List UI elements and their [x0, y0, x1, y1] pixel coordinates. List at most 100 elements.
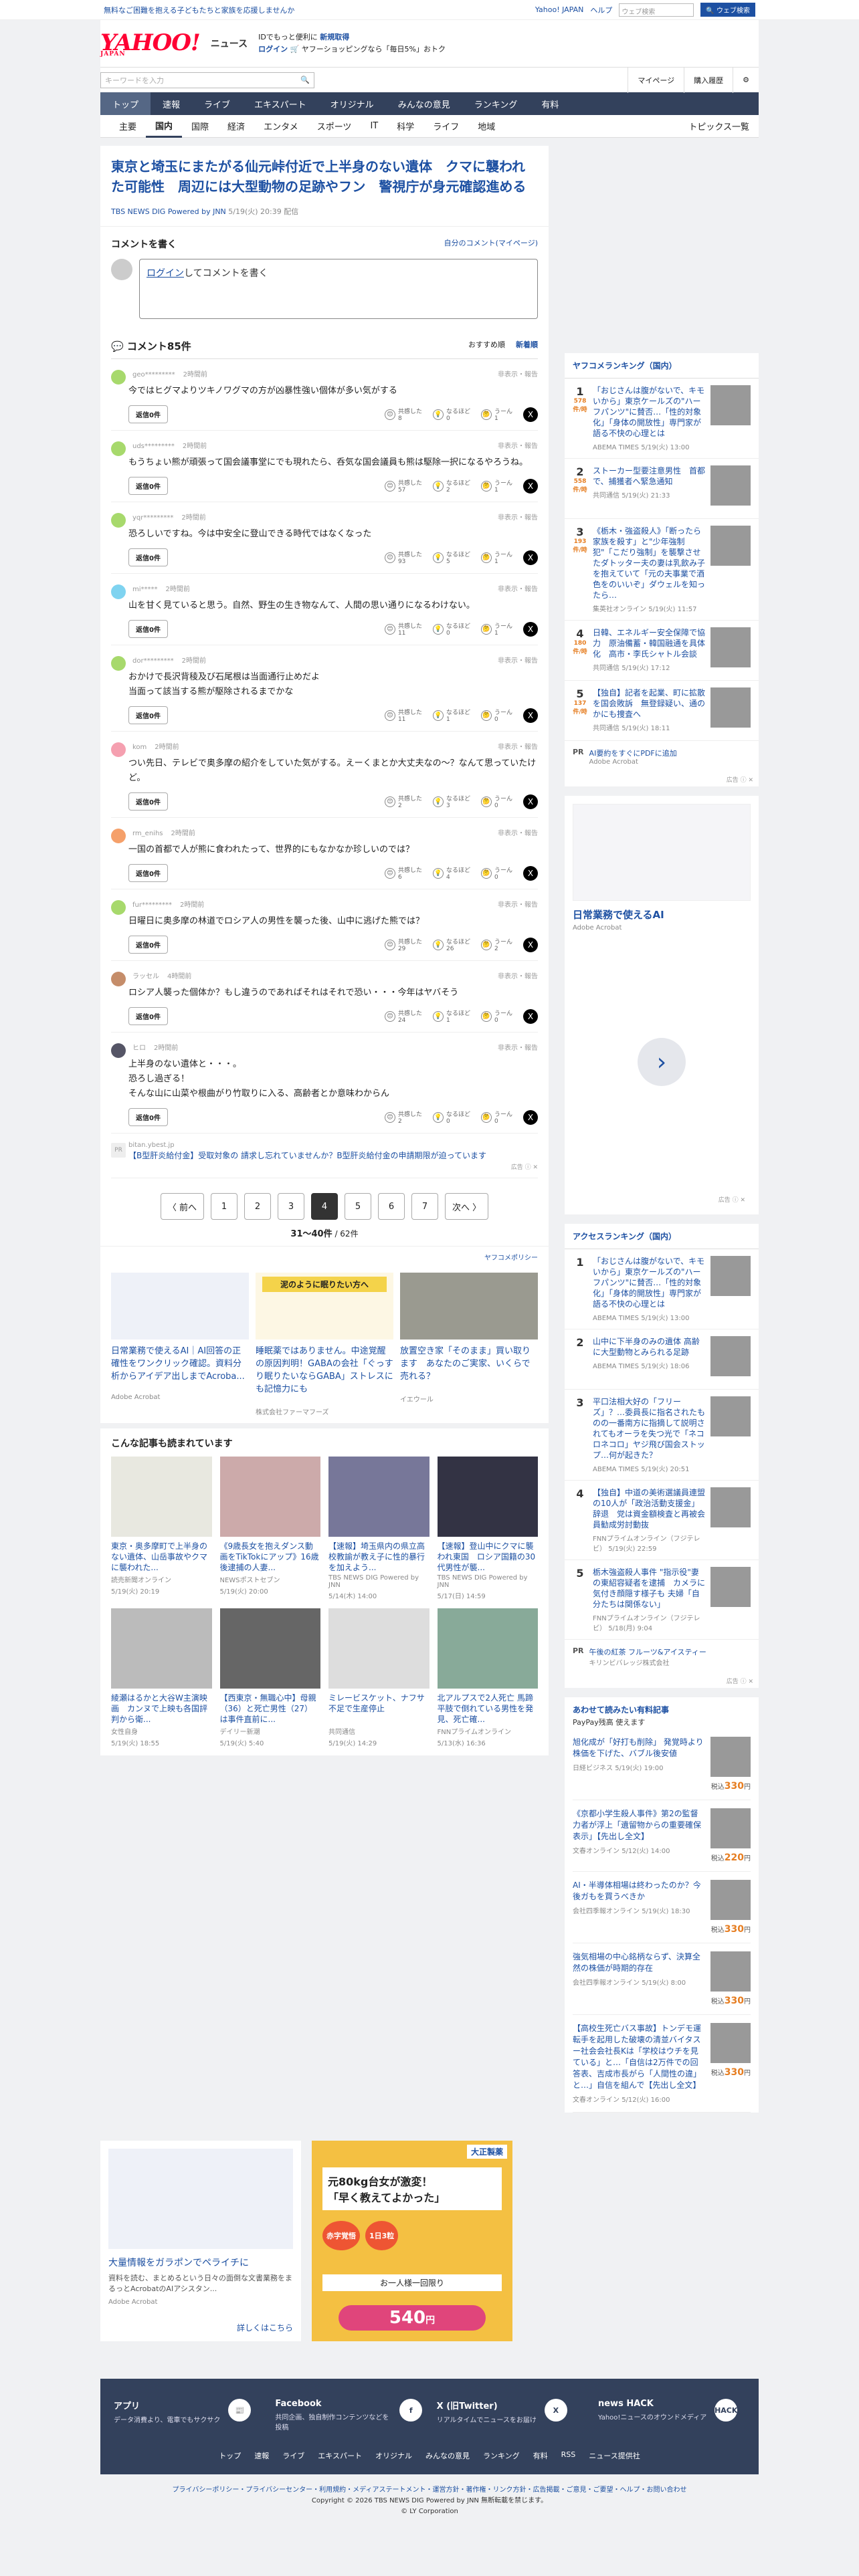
ranking-title[interactable]: 【独自】記者を起業、町に拡散を国会敗訴 無登録疑い、通のかにも捜査へ — [593, 687, 705, 720]
footer-nav-item[interactable]: ライブ — [282, 2450, 304, 2461]
reply-button[interactable]: 返信0件 — [128, 405, 168, 423]
page-7[interactable]: 7 — [411, 1193, 438, 1220]
reaction-umm-button[interactable]: 🤔 うーん 0 — [480, 1109, 512, 1125]
ad-card[interactable]: 泥のように眠りたい方へ 睡眠薬ではありません。中途覚醒の原因判明！GABAの会社… — [256, 1273, 393, 1416]
footer-nav-item[interactable]: 速報 — [254, 2450, 269, 2461]
reply-button[interactable]: 返信0件 — [128, 548, 168, 566]
ad-card[interactable]: 日常業務で使えるAI｜AI回答の正確性をワンクリック確認。資料分析からアイデア出… — [111, 1273, 249, 1416]
avatar[interactable] — [111, 900, 126, 915]
paid-article[interactable]: AI・半導体相場は終わったのか？今後ガもを買うべきか 会社四季報オンライン 5/1… — [573, 1872, 751, 1943]
app-icon[interactable]: 📰 — [228, 2399, 252, 2422]
paid-article-title[interactable]: 強気相場の中心銘柄ならず、決算全然の株価が時期的存在 — [573, 1951, 705, 1974]
page-1[interactable]: 1 — [211, 1193, 237, 1220]
reaction-umm-button[interactable]: 🤔 うーん 1 — [480, 407, 512, 422]
comment-user[interactable]: geo********* — [132, 371, 175, 379]
ranking-item[interactable]: 4 180件/時 日韓、エネルギー安全保障で協力 原油備蓄・韓国融通を具体化 高市・… — [565, 621, 759, 681]
related-article-title[interactable]: 【西東京・無職心中】母親（36）と死亡男性（27）は事件直前に... — [220, 1693, 321, 1725]
ranking-title[interactable]: 日韓、エネルギー安全保障で協力 原油備蓄・韓国融通を具体化 高市・李氏シャトル会… — [593, 627, 705, 659]
learn-more-link[interactable]: 詳しくはこちら — [237, 2322, 293, 2333]
cat-life[interactable]: ライフ — [423, 115, 468, 138]
yahoo-japan-link[interactable]: Yahoo! JAPAN — [535, 5, 584, 14]
reaction-umm-button[interactable]: 🤔 うーん 0 — [480, 708, 512, 723]
gnav-paid[interactable]: 有料 — [529, 92, 571, 115]
paid-article-title[interactable]: AI・半導体相場は終わったのか？今後ガもを買うべきか — [573, 1880, 705, 1903]
reaction-naruhodo-button[interactable]: 💡 なるほど 3 — [432, 794, 470, 809]
reaction-umm-button[interactable]: 🤔 うーん 0 — [480, 865, 512, 881]
reaction-umm-button[interactable]: 🤔 うーん 1 — [480, 621, 512, 637]
reaction-umm-button[interactable]: 🤔 うーん 1 — [480, 478, 512, 494]
topics-list-link[interactable]: トピックス一覧 — [688, 120, 749, 132]
x-share-icon[interactable]: X — [523, 621, 538, 637]
cat-it[interactable]: IT — [361, 115, 387, 138]
reaction-umm-button[interactable]: 🤔 うーん 0 — [480, 1008, 512, 1024]
report-link[interactable]: 非表示・報告 — [498, 368, 538, 379]
facebook-icon[interactable]: f — [399, 2399, 423, 2422]
related-article-title[interactable]: ミレービスケット、ナフサ不足で生産停止 — [328, 1693, 430, 1725]
reply-button[interactable]: 返信0件 — [128, 477, 168, 495]
ad-price[interactable]: 540円 — [339, 2305, 486, 2331]
reaction-naruhodo-button[interactable]: 💡 なるほど 1 — [432, 1008, 470, 1024]
next-page-button[interactable]: 次へ 〉 — [445, 1193, 489, 1220]
shopping-promo-link[interactable]: 🛒 ヤフーショッピングなら「毎日5%」おトク — [290, 45, 446, 53]
comment-user[interactable]: mi***** — [132, 586, 158, 593]
ad-label[interactable]: 広告 ⓘ ✕ — [128, 1162, 538, 1171]
login-link[interactable]: ログイン — [258, 45, 288, 53]
sort-newest[interactable]: 新着順 — [516, 339, 538, 353]
ranking-title[interactable]: 【独自】中道の美術選議員連盟の10人が「政治活動支援金」辞退 党は資金額検査と再… — [593, 1487, 705, 1530]
gnav-breaking[interactable]: 速報 — [151, 92, 192, 115]
mypage-link[interactable]: マイページ — [628, 67, 684, 93]
reaction-agree-button[interactable]: 😊 共感した 93 — [384, 550, 422, 565]
comment-user[interactable]: rm_enihs — [132, 830, 163, 837]
page-6[interactable]: 6 — [378, 1193, 405, 1220]
related-article[interactable]: 東京・奥多摩町で上半身のない遺体、山岳事故やクマに襲われた... 読売新聞オンライ… — [111, 1457, 212, 1600]
avatar[interactable] — [111, 441, 126, 456]
bottom-ad-left[interactable]: 大量情報をガラポンでペライチに 資料を読む、まとめるという日々の面倒な文書業務を… — [100, 2141, 301, 2341]
cat-main[interactable]: 主要 — [110, 115, 146, 138]
related-article[interactable]: 《9歳長女を抱えダンス動画をTikTokにアップ》16歳後逮捕の人妻... NEW… — [219, 1457, 320, 1600]
footer-link-block[interactable]: Facebook 共同企画、独自制作コンテンツなどを投稿 f — [275, 2399, 423, 2432]
footer-nav-item[interactable]: トップ — [219, 2450, 241, 2461]
help-link[interactable]: ヘルプ — [590, 5, 612, 15]
report-link[interactable]: 非表示・報告 — [498, 1042, 538, 1052]
top-promo-link[interactable]: 無料なご困難を抱える子どもたちと家族を応援しませんか — [104, 5, 294, 15]
comment-login-link[interactable]: ログイン — [147, 268, 184, 279]
reaction-agree-button[interactable]: 😊 共感した 24 — [384, 1008, 422, 1024]
footer-nav-item[interactable]: みんなの意見 — [425, 2450, 470, 2461]
report-link[interactable]: 非表示・報告 — [498, 440, 538, 450]
reaction-agree-button[interactable]: 😊 共感した 2 — [384, 794, 422, 809]
bottom-ad-right[interactable]: 大正製薬 元80kg台女が激変！ 「早く教えてよかった」 赤字覚悟 1日3粒 お… — [312, 2141, 512, 2341]
x-share-icon[interactable]: X — [523, 407, 538, 422]
footer-block-title[interactable]: Facebook — [275, 2399, 391, 2409]
related-article-title[interactable]: 【速報】埼玉県内の県立高校教諭が教え子に性的暴行を加えよう... — [328, 1541, 430, 1573]
ranking-title[interactable]: ストーカー型要注意男性 首都で、捕獲者へ緊急通知 — [593, 465, 705, 487]
footer-link-block[interactable]: news HACK Yahoo!ニュースのオウンドメディア HACK — [598, 2399, 745, 2432]
paid-article[interactable]: 【高校生死亡バス事故】トンデモ運転手を起用した破壊の清並バイタスー社会会社長Kは… — [573, 2015, 751, 2113]
ad-label[interactable]: 広告 ⓘ ✕ — [573, 1192, 751, 1206]
ranking-title[interactable]: 平口法相大好の「フリーズ」？…委員長に指名されたものの一番南方に指摘して説明され… — [593, 1396, 705, 1461]
reply-button[interactable]: 返信0件 — [128, 936, 168, 954]
avatar[interactable] — [111, 829, 126, 843]
comment-user[interactable]: fur********* — [132, 901, 172, 909]
report-link[interactable]: 非表示・報告 — [498, 899, 538, 909]
ad-label[interactable]: 広告 ⓘ ✕ — [565, 772, 759, 786]
reaction-naruhodo-button[interactable]: 💡 なるほど 5 — [432, 550, 470, 565]
ad-card[interactable]: 放置空き家「そのまま」買い取ります あなたのご実家、いくらで売れる？ イエウール — [400, 1273, 538, 1416]
comment-user[interactable]: ヒロ — [132, 1045, 146, 1052]
bottom-ad-title[interactable]: 大量情報をガラポンでペライチに — [108, 2256, 293, 2269]
reaction-agree-button[interactable]: 😊 共感した 2 — [384, 1109, 422, 1125]
ranking-title[interactable]: 栃木強盗殺人事件 "指示役"妻の東紹容疑者を逮捕 カメラに気付き顔隠す様子も 夫… — [593, 1567, 705, 1610]
cat-science[interactable]: 科学 — [387, 115, 423, 138]
related-article-title[interactable]: 北アルプスで2人死亡 馬蹄平肢で倒れている男性を発見、死亡確... — [438, 1693, 539, 1725]
ranking-title[interactable]: 《栃木・強盗殺人》「断ったら家族を殺す」と"少年強制犯"「こだり強制」を襲撃させ… — [593, 526, 705, 601]
comment-user[interactable]: dor********* — [132, 657, 174, 665]
gnav-live[interactable]: ライブ — [192, 92, 242, 115]
reaction-naruhodo-button[interactable]: 💡 なるほど 4 — [432, 865, 470, 881]
keyword-search-input[interactable]: キーワードを入力 🔍 — [100, 72, 314, 88]
chevron-right-icon[interactable]: › — [638, 1038, 686, 1086]
ad-card-title[interactable]: 日常業務で使えるAI｜AI回答の正確性をワンクリック確認。資料分析からアイデア出… — [111, 1345, 249, 1383]
reaction-naruhodo-button[interactable]: 💡 なるほど 0 — [432, 407, 470, 422]
purchase-history-link[interactable]: 購入履歴 — [684, 67, 733, 93]
sidebar-ad[interactable]: 日常業務で使えるAI Adobe Acrobat › 広告 ⓘ ✕ — [565, 796, 759, 1214]
footer-link-block[interactable]: アプリ データ消費より、電車でもサクサク 📰 — [114, 2399, 261, 2432]
web-search-button[interactable]: 🔍 ウェブ検索 — [700, 3, 755, 17]
